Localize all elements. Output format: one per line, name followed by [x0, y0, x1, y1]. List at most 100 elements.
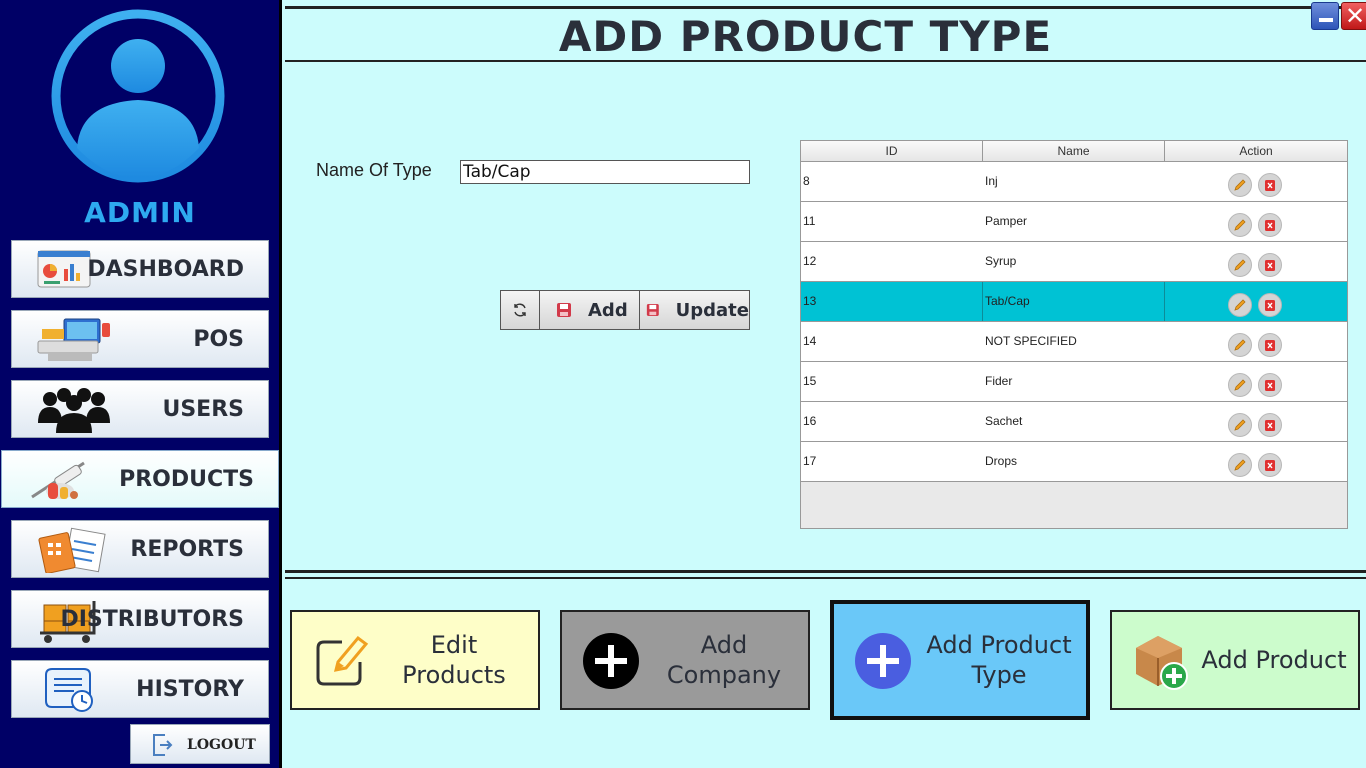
main-panel: ADD PRODUCT TYPE ✕ Name Of Type Tab/Cap: [285, 0, 1366, 768]
delete-row-button[interactable]: [1258, 213, 1282, 237]
cell-action: [1165, 442, 1347, 481]
cell-name: Fider: [985, 374, 1013, 388]
column-header-name[interactable]: Name: [983, 141, 1165, 162]
name-of-type-label: Name Of Type: [316, 160, 432, 180]
sidebar-item-history[interactable]: HISTORY: [11, 660, 269, 718]
delete-row-button[interactable]: [1258, 453, 1282, 477]
sidebar-item-label: DASHBOARD: [87, 257, 244, 282]
table-row[interactable]: 15 Fider: [801, 362, 1347, 402]
minimize-icon: [1319, 18, 1333, 22]
refresh-icon: [514, 303, 526, 317]
minimize-button[interactable]: [1311, 2, 1339, 30]
cell-name: Sachet: [985, 414, 1023, 428]
cell-id: 16: [803, 414, 817, 428]
table-row[interactable]: 8 Inj: [801, 162, 1347, 202]
cell-action: [1165, 162, 1347, 201]
delete-row-button[interactable]: [1258, 173, 1282, 197]
table-row[interactable]: 12 Syrup: [801, 242, 1347, 282]
edit-row-button[interactable]: [1228, 253, 1252, 277]
product-type-table: ID Name Action 8 Inj 11 Pamper 12 Syrup 13 Tab/…: [800, 140, 1348, 529]
edit-row-button[interactable]: [1228, 413, 1252, 437]
edit-row-button[interactable]: [1228, 173, 1252, 197]
cell-name: Inj: [985, 174, 998, 188]
divider: [285, 570, 1366, 573]
add-product-type-label: Add Product Type: [920, 604, 1078, 716]
table-body: 8 Inj 11 Pamper 12 Syrup 13 Tab/Cap 14 NOT SPECIF…: [801, 162, 1347, 482]
edit-row-button[interactable]: [1228, 373, 1252, 397]
cell-name: Drops: [985, 454, 1018, 468]
add-button[interactable]: Add: [540, 290, 640, 330]
add-company-label: Add Company: [666, 631, 782, 689]
delete-row-button[interactable]: [1258, 293, 1282, 317]
sidebar-item-reports[interactable]: REPORTS: [11, 520, 269, 578]
sidebar-item-pos[interactable]: POS: [11, 310, 269, 368]
divider: [285, 60, 1366, 62]
add-company-button[interactable]: Add Company: [560, 610, 810, 710]
add-product-type-button[interactable]: Add Product Type: [830, 600, 1090, 720]
label-line-1: Add Product: [926, 631, 1072, 659]
edit-products-label: Edit Products: [402, 631, 506, 689]
delete-row-button[interactable]: [1258, 333, 1282, 357]
delete-row-button[interactable]: [1258, 413, 1282, 437]
cell-name: Pamper: [985, 214, 1028, 228]
cell-name: NOT SPECIFIED: [985, 334, 1077, 348]
sidebar-item-label: USERS: [162, 397, 244, 422]
save-icon: [646, 304, 659, 316]
reports-calculator-icon: [38, 527, 106, 573]
sidebar-item-label: PRODUCTS: [119, 467, 254, 492]
sidebar: ADMIN DASHBOARD POS USERS PRODUCTS REPOR…: [0, 0, 282, 768]
sidebar-item-products[interactable]: PRODUCTS: [1, 450, 279, 508]
sidebar-item-users[interactable]: USERS: [11, 380, 269, 438]
add-product-button[interactable]: Add Product: [1110, 610, 1360, 710]
sidebar-item-distributors[interactable]: DISTRIBUTORS: [11, 590, 269, 648]
add-circle-icon: [855, 633, 911, 689]
cell-id: 15: [803, 374, 817, 388]
logout-label: LOGOUT: [187, 737, 256, 753]
add-product-label: Add Product: [1201, 646, 1347, 674]
update-label: Update: [675, 299, 749, 321]
cell-id: 12: [803, 254, 817, 268]
edit-products-button[interactable]: Edit Products: [290, 610, 540, 710]
column-header-id[interactable]: ID: [801, 141, 983, 162]
edit-pencil-icon: [316, 635, 369, 686]
delete-row-button[interactable]: [1258, 373, 1282, 397]
add-box-icon: [1136, 636, 1188, 690]
name-of-type-input[interactable]: Tab/Cap: [460, 160, 750, 184]
pos-terminal-icon: [37, 318, 110, 361]
sidebar-item-dashboard[interactable]: DASHBOARD: [11, 240, 269, 298]
cell-action: [1165, 242, 1347, 281]
cell-action: [1165, 202, 1347, 241]
table-row[interactable]: 13 Tab/Cap: [801, 282, 1347, 322]
edit-row-button[interactable]: [1228, 293, 1252, 317]
cell-id: 11: [803, 214, 816, 228]
cell-id: 8: [803, 174, 810, 188]
update-button[interactable]: Update: [640, 290, 750, 330]
close-button[interactable]: ✕: [1341, 2, 1366, 30]
divider: [285, 6, 1366, 9]
medicine-products-icon: [31, 461, 85, 499]
table-row[interactable]: 17 Drops: [801, 442, 1347, 482]
table-row[interactable]: 14 NOT SPECIFIED: [801, 322, 1347, 362]
cell-id: 14: [803, 334, 817, 348]
column-header-action[interactable]: Action: [1165, 141, 1347, 162]
edit-row-button[interactable]: [1228, 453, 1252, 477]
table-header: ID Name Action: [801, 141, 1347, 162]
table-row[interactable]: 16 Sachet: [801, 402, 1347, 442]
history-clock-icon: [45, 668, 93, 712]
logout-icon: [153, 734, 173, 756]
table-row[interactable]: 11 Pamper: [801, 202, 1347, 242]
page-title: ADD PRODUCT TYPE: [558, 12, 1053, 61]
refresh-button[interactable]: [500, 290, 540, 330]
sidebar-item-label: HISTORY: [136, 677, 244, 702]
cell-action: [1165, 322, 1347, 361]
save-icon: [557, 303, 571, 317]
cell-action: [1165, 402, 1347, 441]
close-icon: ✕: [1344, 2, 1366, 30]
logout-button[interactable]: LOGOUT: [130, 724, 270, 764]
add-circle-icon: [583, 633, 639, 689]
edit-row-button[interactable]: [1228, 213, 1252, 237]
cell-id: 17: [803, 454, 817, 468]
delete-row-button[interactable]: [1258, 253, 1282, 277]
edit-row-button[interactable]: [1228, 333, 1252, 357]
label-line-2: Type: [971, 661, 1027, 689]
